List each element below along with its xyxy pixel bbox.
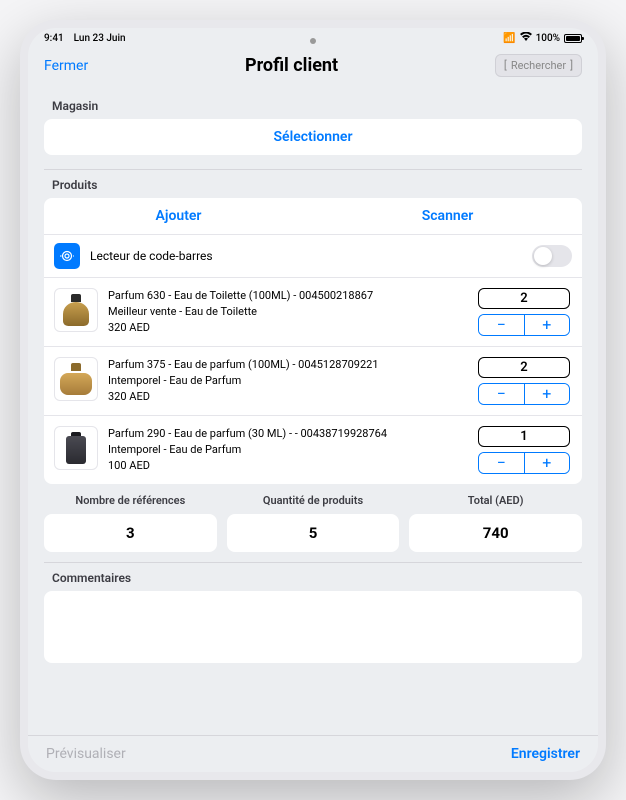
product-row: Parfum 290 - Eau de parfum (30 ML) - - 0…	[44, 416, 582, 484]
product-info: Parfum 630 - Eau de Toilette (100ML) - 0…	[108, 288, 466, 336]
summary-total-label: Total (AED)	[409, 494, 582, 507]
qty-controls: 2 − +	[476, 288, 572, 336]
footer: Prévisualiser Enregistrer	[28, 735, 598, 772]
tabs: Ajouter Scanner	[44, 198, 582, 235]
product-image	[54, 288, 98, 332]
product-price: 100 AED	[108, 458, 466, 474]
qty-stepper: − +	[478, 452, 570, 474]
save-button[interactable]: Enregistrer	[511, 746, 580, 762]
qty-plus-button[interactable]: +	[525, 384, 570, 404]
preview-button[interactable]: Prévisualiser	[46, 746, 126, 762]
summary-refs: Nombre de références 3	[44, 494, 217, 552]
comments-input[interactable]	[44, 591, 582, 663]
product-image	[54, 357, 98, 401]
qty-stepper: − +	[478, 383, 570, 405]
qty-minus-button[interactable]: −	[479, 453, 525, 473]
barcode-label: Lecteur de code-barres	[90, 249, 522, 263]
barcode-icon	[54, 243, 80, 269]
qty-minus-button[interactable]: −	[479, 315, 525, 335]
product-subtitle: Intemporel - Eau de Parfum	[108, 373, 466, 389]
barcode-toggle[interactable]	[532, 245, 572, 267]
qty-value[interactable]: 2	[478, 357, 570, 378]
qty-controls: 2 − +	[476, 357, 572, 405]
camera-dot	[310, 38, 316, 44]
section-comments-label: Commentaires	[44, 562, 582, 591]
tablet-frame: 9:41 Lun 23 Juin 📶 100% Fermer Profil cl…	[20, 20, 606, 780]
product-image	[54, 426, 98, 470]
summary-total-value: 740	[409, 514, 582, 552]
screen: 9:41 Lun 23 Juin 📶 100% Fermer Profil cl…	[28, 28, 598, 772]
tab-add[interactable]: Ajouter	[44, 198, 313, 234]
wifi-icon	[520, 32, 532, 44]
product-row: Parfum 375 - Eau de parfum (100ML) - 004…	[44, 347, 582, 416]
product-subtitle: Meilleur vente - Eau de Toilette	[108, 304, 466, 320]
summary-refs-label: Nombre de références	[44, 494, 217, 507]
qty-value[interactable]: 2	[478, 288, 570, 309]
section-store-label: Magasin	[44, 91, 582, 119]
product-title: Parfum 630 - Eau de Toilette (100ML) - 0…	[108, 288, 466, 304]
summary-row: Nombre de références 3 Quantité de produ…	[44, 494, 582, 552]
bracket-left-icon: [	[504, 59, 507, 72]
products-card: Ajouter Scanner Lecteur de code-barres	[44, 198, 582, 484]
summary-total: Total (AED) 740	[409, 494, 582, 552]
search-label: Rechercher	[511, 59, 566, 72]
product-info: Parfum 375 - Eau de parfum (100ML) - 004…	[108, 357, 466, 405]
status-right: 📶 100%	[503, 32, 582, 44]
product-price: 320 AED	[108, 389, 466, 405]
select-store-button[interactable]: Sélectionner	[44, 119, 582, 155]
search-button[interactable]: [ Rechercher ]	[495, 54, 582, 77]
close-button[interactable]: Fermer	[44, 58, 88, 74]
barcode-row: Lecteur de code-barres	[44, 235, 582, 278]
content-area: Magasin Sélectionner Produits Ajouter Sc…	[28, 91, 598, 735]
product-subtitle: Intemporel - Eau de Parfum	[108, 442, 466, 458]
summary-qty-label: Quantité de produits	[227, 494, 400, 507]
battery-percent: 100%	[536, 33, 560, 44]
summary-qty: Quantité de produits 5	[227, 494, 400, 552]
product-title: Parfum 375 - Eau de parfum (100ML) - 004…	[108, 357, 466, 373]
page-title: Profil client	[245, 55, 338, 76]
product-info: Parfum 290 - Eau de parfum (30 ML) - - 0…	[108, 426, 466, 474]
bracket-right-icon: ]	[570, 59, 573, 72]
product-title: Parfum 290 - Eau de parfum (30 ML) - - 0…	[108, 426, 466, 442]
product-price: 320 AED	[108, 320, 466, 336]
qty-stepper: − +	[478, 314, 570, 336]
summary-qty-value: 5	[227, 514, 400, 552]
qty-plus-button[interactable]: +	[525, 315, 570, 335]
summary-refs-value: 3	[44, 514, 217, 552]
section-products-label: Produits	[44, 169, 582, 198]
status-time: 9:41	[44, 33, 64, 44]
battery-icon	[564, 34, 582, 43]
qty-minus-button[interactable]: −	[479, 384, 525, 404]
header: Fermer Profil client [ Rechercher ]	[28, 44, 598, 91]
toggle-knob	[534, 247, 552, 265]
product-row: Parfum 630 - Eau de Toilette (100ML) - 0…	[44, 278, 582, 347]
status-date: Lun 23 Juin	[74, 33, 126, 44]
qty-controls: 1 − +	[476, 426, 572, 474]
status-left: 9:41 Lun 23 Juin	[44, 33, 126, 44]
qty-plus-button[interactable]: +	[525, 453, 570, 473]
signal-icon: 📶	[503, 33, 515, 44]
tab-scan[interactable]: Scanner	[313, 198, 582, 234]
qty-value[interactable]: 1	[478, 426, 570, 447]
